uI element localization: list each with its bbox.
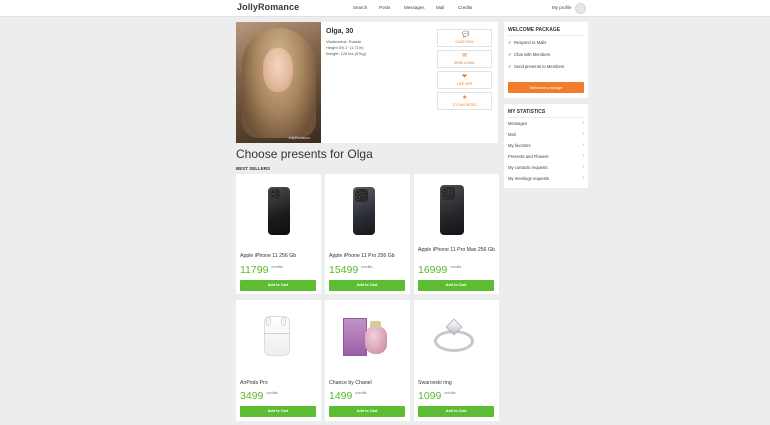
product-title[interactable]: Apple iPhone 11 Pro 256 Gb	[329, 252, 407, 260]
profile-photo[interactable]: JollyRomance	[236, 22, 321, 143]
to-favorites-label: TO FAVORITES	[452, 103, 477, 107]
send-mail-button[interactable]: ✉ SEND A MAIL	[437, 50, 492, 68]
add-to-cart-button[interactable]: Add to Cart	[240, 406, 316, 417]
stat-presents[interactable]: Presents and Flowers ›	[508, 154, 584, 164]
chevron-right-icon: ›	[582, 153, 584, 159]
profile-name: Olga, 30	[326, 28, 354, 35]
product-card[interactable]: Chance by Chanel 1499 credits Add to Cart	[325, 300, 410, 421]
product-price: 3499 credits	[240, 390, 278, 402]
my-profile-link[interactable]: My profile	[552, 5, 572, 10]
product-title[interactable]: Apple iPhone 11 Pro Max 256 Gb	[418, 246, 496, 254]
heart-icon: ❤	[462, 74, 468, 80]
chevron-right-icon: ›	[582, 142, 584, 148]
nav-credits[interactable]: Credits	[458, 5, 472, 10]
divider	[508, 117, 584, 118]
product-price: 15499 credits	[329, 264, 373, 276]
check-icon: ✔	[508, 64, 512, 69]
product-title[interactable]: Swarovski ring	[418, 379, 496, 387]
check-icon: ✔	[508, 40, 512, 45]
stat-contacts[interactable]: My contacts requests ›	[508, 165, 584, 175]
airpods-image[interactable]	[236, 300, 321, 372]
chat-now-label: CHAT NOW	[455, 40, 474, 44]
product-price: 11799 credits	[240, 264, 283, 276]
product-card[interactable]: AirPods Pro 3499 credits Add to Cart	[236, 300, 321, 421]
product-card[interactable]: Apple iPhone 11 Pro Max 256 Gb 16999 cred…	[414, 174, 499, 294]
statistics-panel: MY STATISTICS Messages › Mail › My favorit…	[504, 104, 588, 188]
nav-messages[interactable]: Messages	[404, 5, 425, 10]
profile-location: Vladivostok, Russia	[326, 39, 361, 44]
product-price: 16999 credits	[418, 264, 462, 276]
divider	[508, 35, 584, 36]
nav-search[interactable]: Search	[353, 5, 367, 10]
ring-image[interactable]	[414, 300, 499, 372]
product-card[interactable]: Apple iPhone 11 256 Gb 11799 credits Add …	[236, 174, 321, 294]
add-to-cart-button[interactable]: Add to Cart	[329, 406, 405, 417]
add-to-cart-button[interactable]: Add to Cart	[329, 280, 405, 291]
stat-favorites[interactable]: My favorites ›	[508, 143, 584, 153]
chevron-right-icon: ›	[582, 164, 584, 170]
welcome-item: Chat with Members	[514, 52, 551, 57]
profile-height: Height 5'6.1" (1.71m)	[326, 45, 364, 50]
photo-watermark: JollyRomance	[288, 136, 310, 140]
product-card[interactable]: Swarovski ring 1099 credits Add to Cart	[414, 300, 499, 421]
profile-weight: Weight: 125 lbs (57kg)	[326, 51, 366, 56]
chevron-right-icon: ›	[582, 120, 584, 126]
iphone-11-image[interactable]	[236, 174, 321, 246]
welcome-item: Send presents to Members	[514, 64, 565, 69]
add-to-cart-button[interactable]: Add to Cart	[418, 280, 494, 291]
page-title: Choose presents for Olga	[236, 147, 373, 161]
product-card[interactable]: Apple iPhone 11 Pro 256 Gb 15499 credits …	[325, 174, 410, 294]
stat-messages[interactable]: Messages ›	[508, 121, 584, 131]
iphone-11-pro-max-image[interactable]	[414, 174, 499, 246]
section-heading: BEST SELLERS	[236, 166, 271, 171]
like-her-button[interactable]: ❤ LIKE HER	[437, 71, 492, 89]
chevron-right-icon: ›	[582, 131, 584, 137]
product-title[interactable]: AirPods Pro	[240, 379, 318, 387]
nav-posts[interactable]: Posts	[379, 5, 390, 10]
site-logo[interactable]: JollyRomance	[237, 2, 299, 12]
to-favorites-button[interactable]: ★ TO FAVORITES	[437, 92, 492, 110]
star-icon: ★	[462, 95, 468, 101]
chat-now-button[interactable]: 💬 CHAT NOW	[437, 29, 492, 47]
add-to-cart-button[interactable]: Add to Cart	[418, 406, 494, 417]
product-price: 1099 credits	[418, 390, 456, 402]
product-title[interactable]: Apple iPhone 11 256 Gb	[240, 252, 318, 260]
add-to-cart-button[interactable]: Add to Cart	[240, 280, 316, 291]
product-price: 1499 credits	[329, 390, 367, 402]
stat-mail[interactable]: Mail ›	[508, 132, 584, 142]
send-mail-label: SEND A MAIL	[453, 61, 476, 65]
user-avatar[interactable]	[575, 3, 586, 14]
statistics-title: MY STATISTICS	[508, 109, 546, 115]
nav-mail[interactable]: Mail	[436, 5, 444, 10]
chevron-right-icon: ›	[582, 175, 584, 181]
welcome-item: Respond to Mails	[514, 40, 547, 45]
welcome-package-button[interactable]: Welcome package	[508, 82, 584, 93]
top-bar: JollyRomance Search Posts Messages Mail …	[0, 0, 770, 17]
photo-face	[263, 48, 293, 92]
mail-icon: ✉	[462, 53, 468, 59]
welcome-title: WELCOME PACKAGE	[508, 27, 561, 33]
like-her-label: LIKE HER	[456, 82, 473, 86]
check-icon: ✔	[508, 52, 512, 57]
product-title[interactable]: Chance by Chanel	[329, 379, 407, 387]
iphone-11-pro-image[interactable]	[325, 174, 410, 246]
chat-icon: 💬	[462, 32, 470, 38]
welcome-package-panel: WELCOME PACKAGE ✔ Respond to Mails ✔ Cha…	[504, 22, 588, 98]
stat-meetings[interactable]: My meetings requests ›	[508, 176, 584, 186]
perfume-image[interactable]	[325, 300, 410, 372]
